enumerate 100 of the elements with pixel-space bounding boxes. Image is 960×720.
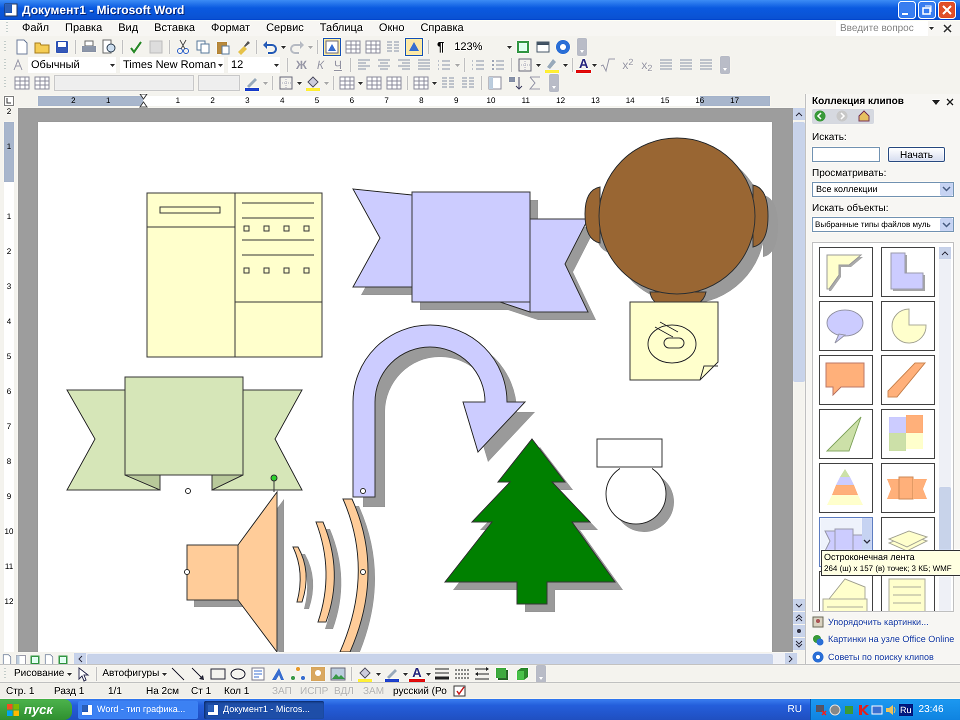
arrow-icon[interactable] xyxy=(190,666,206,682)
help-icon[interactable] xyxy=(555,39,572,55)
clip-thumbnail[interactable] xyxy=(819,355,873,406)
shadow-icon[interactable] xyxy=(494,666,510,682)
taskbar-button[interactable]: Word - тип графика... xyxy=(78,700,198,718)
scroll-thumb[interactable] xyxy=(793,122,805,382)
clip-thumbnail[interactable] xyxy=(819,463,873,514)
zoom-box[interactable]: 123% xyxy=(451,39,514,55)
menu-item[interactable]: Сервис xyxy=(258,20,312,36)
border-icon[interactable] xyxy=(516,57,533,73)
table-icon[interactable] xyxy=(14,75,30,91)
vertical-scrollbar[interactable] xyxy=(793,94,805,652)
home-icon[interactable] xyxy=(858,110,870,122)
arrow-style-icon[interactable] xyxy=(474,666,490,682)
menu-item[interactable]: Справка xyxy=(412,20,472,36)
autoshapes-menu[interactable]: Автофигуры xyxy=(100,666,162,681)
oval-icon[interactable] xyxy=(230,666,246,682)
clip-thumbnail[interactable] xyxy=(819,301,873,352)
indent-marker-icon[interactable] xyxy=(139,94,148,108)
task-pane-link[interactable]: Советы по поиску клипов xyxy=(828,650,934,664)
sort-icon[interactable] xyxy=(507,75,523,91)
scroll-down-icon[interactable] xyxy=(793,599,805,611)
menu-item[interactable]: Файл xyxy=(14,20,58,36)
menu-item[interactable]: Таблица xyxy=(312,20,371,36)
scroll-right-icon[interactable] xyxy=(785,653,797,664)
browse-object-icon[interactable] xyxy=(793,625,805,637)
menu-item[interactable]: Окно xyxy=(370,20,412,36)
rectangle-icon[interactable] xyxy=(210,666,226,682)
clipboard-icon[interactable] xyxy=(215,39,231,55)
ruler-number: 6 xyxy=(348,95,356,107)
shapes-icon[interactable] xyxy=(323,38,341,56)
font-color-button[interactable]: A xyxy=(576,57,592,73)
help-question-field[interactable]: Введите вопрос xyxy=(836,20,928,36)
border-icon[interactable] xyxy=(278,75,294,91)
scroll-up-icon[interactable] xyxy=(793,108,805,120)
menu-item[interactable]: Формат xyxy=(203,20,258,36)
page-icon[interactable] xyxy=(14,39,30,55)
close-icon[interactable] xyxy=(946,98,954,106)
line-style-icon[interactable] xyxy=(434,666,450,682)
task-pane-link[interactable]: Упорядочить картинки... xyxy=(828,616,929,630)
clip-art-icon[interactable] xyxy=(310,666,326,682)
view-mode-icon[interactable] xyxy=(57,654,69,664)
paint-bucket-icon[interactable] xyxy=(357,666,374,682)
scroll-up-icon[interactable] xyxy=(939,247,951,260)
clip-thumbnail[interactable] xyxy=(881,247,935,298)
clip-thumbnail[interactable] xyxy=(881,355,935,406)
taskbar-button[interactable]: Документ1 - Micros... xyxy=(204,700,324,718)
printer-icon[interactable] xyxy=(81,39,97,55)
window-icon[interactable] xyxy=(535,39,552,55)
pen-icon[interactable] xyxy=(244,75,260,91)
drawing-toggle-icon[interactable] xyxy=(405,38,423,56)
diagram-icon[interactable] xyxy=(290,666,306,682)
circle-icon[interactable] xyxy=(829,704,841,716)
monitor-icon[interactable] xyxy=(871,704,883,716)
undo-icon[interactable] xyxy=(262,39,278,55)
show-formatting-button[interactable]: ¶ xyxy=(432,39,450,55)
restore-icon[interactable] xyxy=(918,1,936,19)
next-page-icon[interactable] xyxy=(793,638,805,650)
copy-icon[interactable] xyxy=(195,39,211,55)
search-field[interactable] xyxy=(812,146,880,162)
font-size-dropdown[interactable]: 12 xyxy=(228,57,280,73)
clip-thumbnail[interactable] xyxy=(819,409,873,460)
table-icon[interactable] xyxy=(34,75,50,91)
clip-thumbnail[interactable] xyxy=(881,409,935,460)
table-icon[interactable] xyxy=(386,75,402,91)
picture-icon[interactable] xyxy=(330,666,346,682)
view-mode-icon[interactable] xyxy=(15,654,27,664)
language-indicator[interactable]: RU xyxy=(788,702,802,717)
clip-thumbnail[interactable] xyxy=(881,463,935,514)
menu-item[interactable]: Вид xyxy=(110,20,146,36)
text-box-icon[interactable] xyxy=(250,666,266,682)
style-dropdown[interactable]: Обычный xyxy=(28,57,116,73)
previous-page-icon[interactable] xyxy=(793,612,805,624)
minimize-icon[interactable] xyxy=(898,1,916,19)
media-types-dropdown[interactable]: Выбранные типы файлов муль xyxy=(812,217,954,232)
scroll-left-icon[interactable] xyxy=(74,653,86,664)
menu-item[interactable]: Правка xyxy=(57,20,110,36)
tab-selector-icon[interactable] xyxy=(4,96,14,106)
keyboard-layout-indicator[interactable]: Ru xyxy=(899,704,913,716)
checkmark-icon[interactable] xyxy=(128,39,144,55)
clip-thumbnail[interactable] xyxy=(881,301,935,352)
dropdown-icon[interactable] xyxy=(932,98,940,106)
magnifier-icon[interactable] xyxy=(101,39,117,55)
back-icon[interactable] xyxy=(814,110,826,122)
clip-thumbnail[interactable] xyxy=(819,247,873,298)
task-pane-link[interactable]: Картинки на узле Office Online xyxy=(828,633,954,647)
draw-menu[interactable]: Рисование xyxy=(12,666,66,681)
ruler-number: 7 xyxy=(6,422,12,432)
table-icon[interactable] xyxy=(365,39,381,55)
line-icon[interactable] xyxy=(170,666,186,682)
scissors-icon[interactable] xyxy=(175,39,191,55)
collections-dropdown[interactable]: Все коллекции xyxy=(812,182,954,198)
menu-item[interactable]: Вставка xyxy=(146,20,204,36)
close-icon[interactable] xyxy=(943,24,952,32)
paint-bucket-icon[interactable] xyxy=(305,75,321,91)
search-button[interactable]: Начать xyxy=(888,146,945,162)
view-mode-icon[interactable] xyxy=(29,654,41,664)
ruler-number: 5 xyxy=(314,95,320,107)
table-icon[interactable] xyxy=(345,39,361,55)
font-dropdown[interactable]: Times New Roman xyxy=(120,57,224,73)
